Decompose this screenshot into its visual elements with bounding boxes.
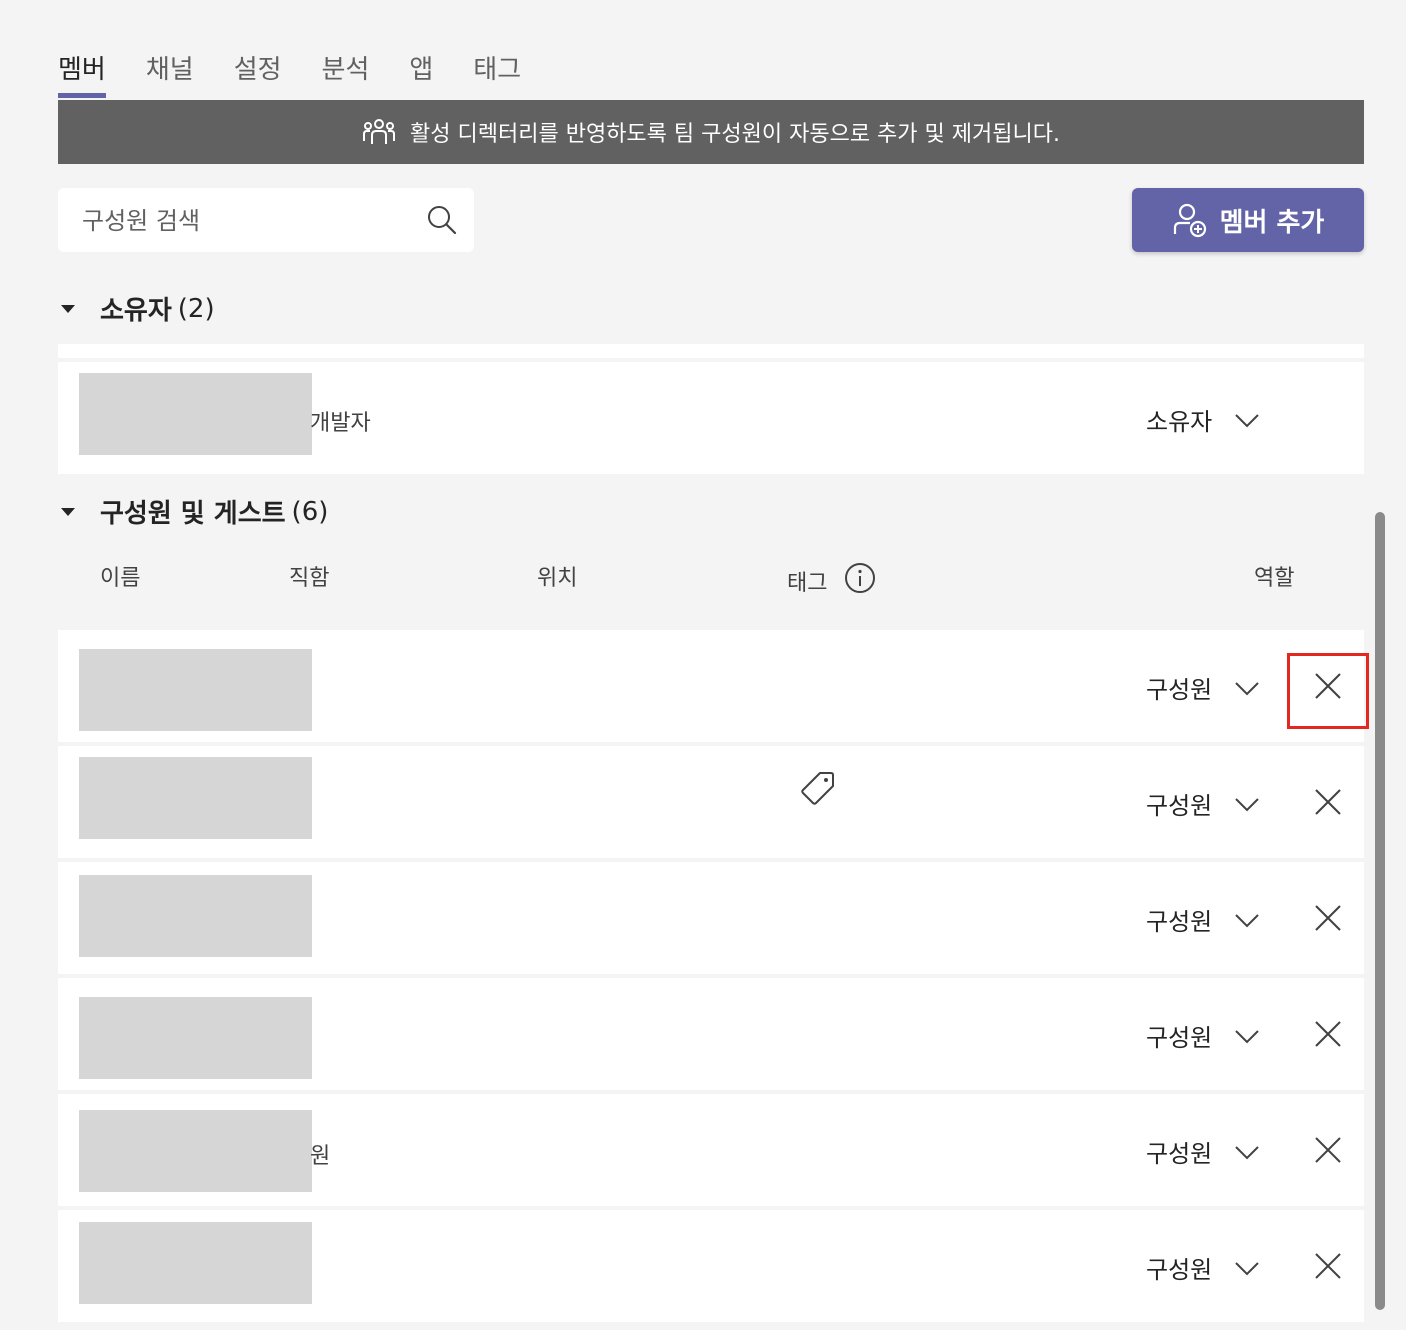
member-subtext: 개발자 [310, 411, 371, 436]
role-dropdown[interactable]: 구성원 [1146, 1018, 1260, 1053]
member-search [58, 188, 474, 254]
close-icon [1315, 1021, 1341, 1047]
close-icon [1315, 905, 1341, 931]
avatar [79, 757, 312, 839]
column-tags[interactable]: 태그 [787, 565, 827, 597]
close-icon [1315, 1137, 1341, 1163]
add-member-label: 멤버 추가 [1219, 207, 1325, 238]
members-title: 구성원 및 게스트 [100, 499, 286, 529]
info-icon[interactable] [844, 562, 876, 594]
tab-channels[interactable]: 채널 [146, 50, 194, 98]
chevron-down-icon [1235, 1145, 1259, 1159]
chevron-down-icon [1235, 1029, 1259, 1043]
avatar [79, 373, 312, 455]
role-dropdown[interactable]: 구성원 [1146, 1134, 1260, 1169]
member-row[interactable]: 구성원 [58, 1210, 1364, 1322]
avatar [79, 875, 312, 957]
tab-apps[interactable]: 앱 [409, 50, 433, 98]
tab-settings[interactable]: 설정 [234, 50, 282, 98]
tag-icon[interactable] [800, 770, 836, 806]
tab-members[interactable]: 멤버 [58, 50, 106, 98]
member-row[interactable]: 구성원 [58, 862, 1364, 974]
avatar [79, 1222, 312, 1304]
chevron-down-icon [1235, 1261, 1259, 1275]
remove-member-button[interactable] [1308, 898, 1348, 938]
role-dropdown[interactable]: 구성원 [1146, 670, 1260, 705]
search-icon[interactable] [426, 204, 458, 236]
close-icon [1315, 789, 1341, 815]
role-dropdown[interactable]: 구성원 [1146, 786, 1260, 821]
column-role[interactable]: 역할 [1254, 560, 1294, 592]
info-banner: 활성 디렉터리를 반영하도록 팀 구성원이 자동으로 추가 및 제거됩니다. [58, 100, 1364, 164]
role-label: 구성원 [1146, 676, 1213, 704]
person-add-icon [1173, 203, 1206, 238]
avatar [79, 997, 312, 1079]
role-label: 구성원 [1146, 908, 1213, 936]
column-title[interactable]: 직함 [289, 560, 329, 592]
highlight-box [1287, 653, 1369, 729]
scrollbar[interactable] [1375, 512, 1385, 1310]
chevron-down-icon [1235, 913, 1259, 927]
chevron-down-icon [1235, 413, 1259, 427]
avatar [79, 649, 312, 731]
tab-tags[interactable]: 태그 [473, 50, 521, 98]
owner-row-partial [58, 344, 1364, 358]
avatar [79, 1110, 312, 1192]
role-label: 소유자 [1146, 408, 1213, 436]
chevron-down-icon [1235, 797, 1259, 811]
owners-title: 소유자 [100, 296, 172, 326]
member-row[interactable]: 원 구성원 [58, 1094, 1364, 1206]
member-subtext: 원 [310, 1144, 331, 1169]
members-section-header[interactable]: 구성원 및 게스트 (6) [58, 493, 328, 530]
role-dropdown[interactable]: 소유자 [1146, 402, 1260, 437]
caret-down-icon[interactable] [60, 304, 76, 314]
role-label: 구성원 [1146, 792, 1213, 820]
role-label: 구성원 [1146, 1256, 1213, 1284]
role-label: 구성원 [1146, 1140, 1213, 1168]
role-dropdown[interactable]: 구성원 [1146, 902, 1260, 937]
column-name[interactable]: 이름 [100, 560, 140, 592]
team-icon [363, 119, 396, 144]
member-row[interactable]: 구성원 [58, 630, 1369, 742]
member-row[interactable]: 구성원 [58, 978, 1364, 1090]
banner-text: 활성 디렉터리를 반영하도록 팀 구성원이 자동으로 추가 및 제거됩니다. [410, 122, 1060, 147]
tab-analytics[interactable]: 분석 [322, 50, 370, 98]
remove-member-button[interactable] [1308, 1130, 1348, 1170]
member-row[interactable]: 구성원 [58, 746, 1364, 858]
remove-member-button[interactable] [1308, 1246, 1348, 1286]
close-icon [1315, 1253, 1341, 1279]
owner-row[interactable]: 개발자 소유자 [58, 362, 1364, 474]
tab-bar: 멤버 채널 설정 분석 앱 태그 [58, 50, 561, 100]
members-count: (6) [291, 496, 329, 527]
remove-member-button[interactable] [1308, 782, 1348, 822]
search-input[interactable] [58, 188, 424, 254]
role-label: 구성원 [1146, 1024, 1213, 1052]
remove-member-button[interactable] [1308, 1014, 1348, 1054]
add-member-button[interactable]: 멤버 추가 [1132, 188, 1364, 252]
owners-section-header[interactable]: 소유자 (2) [58, 290, 215, 327]
column-location[interactable]: 위치 [537, 560, 577, 592]
owners-count: (2) [177, 293, 215, 324]
caret-down-icon[interactable] [60, 507, 76, 517]
chevron-down-icon [1235, 681, 1259, 695]
role-dropdown[interactable]: 구성원 [1146, 1250, 1260, 1285]
